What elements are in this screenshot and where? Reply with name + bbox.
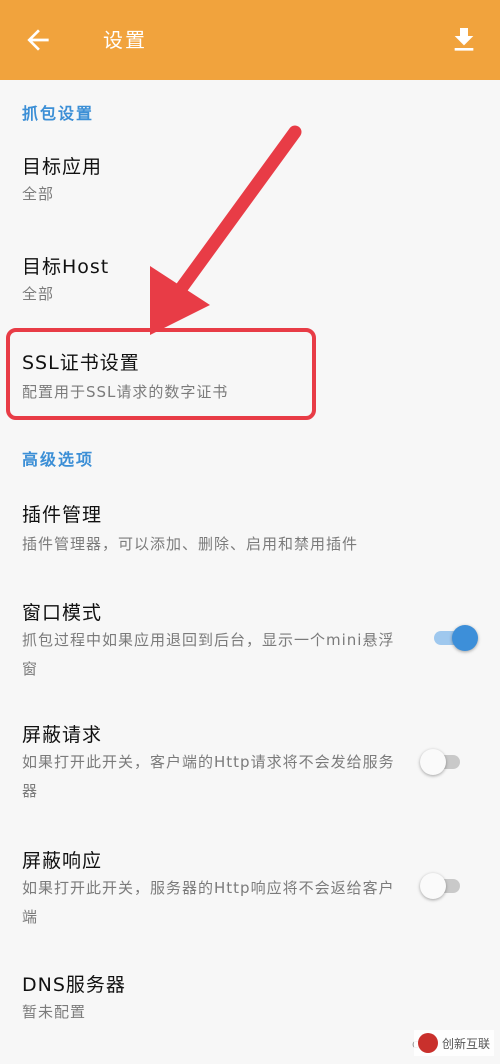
setting-target-app[interactable]: 目标应用 全部 [0,140,500,230]
setting-plugin-manager[interactable]: 插件管理 插件管理器，可以添加、删除、启用和禁用插件 [0,490,500,570]
arrow-left-icon[interactable] [22,24,54,56]
download-icon[interactable] [448,24,480,56]
setting-block-response[interactable]: 屏蔽响应 如果打开此开关，服务器的Http响应将不会返给客户端 [0,836,500,936]
setting-subtitle: 插件管理器，可以添加、删除、启用和禁用插件 [22,535,359,553]
setting-block-request[interactable]: 屏蔽请求 如果打开此开关，客户端的Http请求将不会发给服务器 [0,710,500,810]
setting-target-host[interactable]: 目标Host 全部 [0,240,500,330]
setting-dns-server[interactable]: DNS服务器 暂未配置 [0,960,500,1040]
setting-title: 窗口模式 [22,602,103,624]
setting-title: DNS服务器 [22,974,126,996]
setting-subtitle: 暂未配置 [22,1003,87,1021]
setting-title: 目标应用 [22,156,103,178]
setting-subtitle: 如果打开此开关，客户端的Http请求将不会发给服务器 [22,753,395,800]
setting-subtitle: 全部 [22,185,55,203]
setting-subtitle: 全部 [22,285,55,303]
setting-subtitle: 如果打开此开关，服务器的Http响应将不会返给客户端 [22,879,395,926]
watermark-text: 创新互联 [441,1036,490,1051]
setting-title: 屏蔽请求 [22,724,103,746]
toggle-knob [420,749,446,775]
block-response-toggle[interactable] [420,870,468,900]
highlight-box [6,328,316,420]
setting-title: 屏蔽响应 [22,850,103,872]
watermark: 创新互联 [413,1030,494,1056]
toggle-knob [452,625,478,651]
setting-title: 目标Host [22,256,110,278]
setting-subtitle: 抓包过程中如果应用退回到后台，显示一个mini悬浮窗 [22,631,395,678]
setting-window-mode[interactable]: 窗口模式 抓包过程中如果应用退回到后台，显示一个mini悬浮窗 [0,588,500,688]
section-header-capture: 抓包设置 [22,104,95,123]
toggle-knob [420,873,446,899]
section-header-advanced: 高级选项 [22,450,95,469]
window-mode-toggle[interactable] [430,622,478,652]
watermark-logo-icon [417,1033,438,1053]
setting-title: 插件管理 [22,504,103,526]
app-bar: 设置 [0,0,500,80]
page-title: 设置 [103,28,147,52]
block-request-toggle[interactable] [420,746,468,776]
